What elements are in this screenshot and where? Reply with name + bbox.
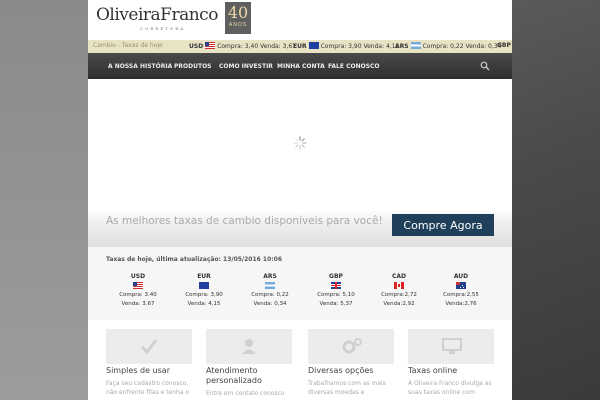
ticker-compra: Compra: 3,90 [320,43,362,50]
ticker-code: GBP [497,42,511,49]
feature-title: Diversas opções [308,366,374,375]
ticker-venda: Venda: 4,15 [363,43,400,50]
currency-compra: Compra: 3.40 [119,292,157,298]
logo-subtitle: CORRETORA [140,26,186,31]
feature-thumb [106,329,192,364]
currency-code: CAD [391,273,407,280]
ticker-compra: Compra: 0,22 [422,43,464,50]
currency-venda: Venda: 0,34 [253,300,287,307]
badge-number: 40 [227,3,249,22]
currency-usd: USD Compra: 3.40 Venda: 3.67 [108,273,168,308]
argentina-flag-icon [265,281,275,289]
feature-title: Atendimento personalizado [206,366,262,385]
nav-item-como-investir[interactable]: COMO INVESTIR [219,63,273,70]
australia-flag-icon [456,281,466,289]
feature-thumb [308,329,394,364]
feature-title: Simples de usar [106,366,170,375]
anniversary-badge: 40 ANOS [225,2,251,34]
currency-venda: Venda: 3.67 [121,300,155,307]
uk-flag-icon [331,281,341,289]
currency-venda: Venda: 4,15 [187,300,221,307]
feature-taxas-online: Taxas online A Oliveira Franco divulga a… [408,329,494,397]
ticker-compra: Compra: 3,40 [217,43,259,50]
page-background-right [512,0,600,400]
currency-code: GBP [329,273,343,280]
monitor-icon [442,338,462,354]
feature-description: Trabalhamos com as mais diversas moedas … [308,380,386,396]
ticker-breadcrumb[interactable]: Cambio - Taxas de hoje [93,42,163,49]
canada-flag-icon [394,281,404,289]
currency-ars: ARS Compra: 0,22 Venda: 0,34 [240,273,300,308]
ticker-code: USD [189,43,204,50]
currency-venda: Venda:2,92 [383,300,415,307]
user-icon [242,339,256,354]
site-logo[interactable]: OliveiraFranco [96,5,218,25]
currency-aud: AUD Compra:2,55 Venda:2,76 [431,273,491,308]
gears-icon [342,338,362,354]
feature-description: Entre em contato conosco [206,390,285,397]
currency-compra: Compra: 0,22 [251,292,289,298]
badge-text: ANOS [228,22,248,28]
feature-description: A Oliveira Franco divulga as suas taxas … [408,380,492,396]
ticker-venda: Venda: 0,34 [465,43,502,50]
site-header: OliveiraFranco CORRETORA 40 ANOS [88,0,512,40]
currency-eur: EUR Compra: 3,90 Venda: 4,15 [174,273,234,308]
hero-banner: As melhores taxas de cambio disponíveis … [88,79,512,247]
rates-title: Taxas de hoje, última atualização: 13/05… [106,256,283,263]
nav-item-produtos[interactable]: PRODUTOS [174,63,212,70]
usa-flag-icon [133,281,143,289]
ticker-item-eur: EUR Compra: 3,90 Venda: 4,15 [293,42,399,50]
ticker-venda: Venda: 3,67 [260,43,296,50]
ticker-code: EUR [293,43,307,50]
ticker-item-gbp: GBP [497,42,511,49]
feature-thumb [408,329,494,364]
ticker-code: ARS [395,43,409,50]
feature-description: Faça seu cadastro conosco, não enfrente … [106,380,190,396]
page-background-left [0,0,88,400]
feature-title: Taxas online [408,366,458,375]
usa-flag-icon [205,42,216,49]
nav-item-fale-conosco[interactable]: FALE CONOSCO [328,63,380,70]
main-nav: A NOSSA HISTÓRIA PRODUTOS COMO INVESTIR … [88,53,512,79]
hero-tagline: As melhores taxas de cambio disponíveis … [106,215,383,227]
currency-code: ARS [263,273,277,280]
check-icon [140,339,158,355]
feature-thumb [206,329,292,364]
page-container: OliveiraFranco CORRETORA 40 ANOS Cambio … [88,0,512,400]
currency-code: EUR [197,273,211,280]
feature-atendimento: Atendimento personalizado Entre em conta… [206,329,292,398]
currency-compra: Compra: 5,10 [317,292,355,298]
ticker-item-usd: USD Compra: 3,40 Venda: 3,67 [189,42,296,50]
loading-spinner-icon [293,136,307,150]
rates-section: Taxas de hoje, última atualização: 13/05… [88,247,512,320]
currency-code: USD [130,273,146,280]
currency-compra: Compra: 3,90 [185,292,223,298]
search-icon[interactable] [480,61,490,71]
eu-flag-icon [308,42,319,49]
feature-simples: Simples de usar Faça seu cadastro conosc… [106,329,192,397]
argentina-flag-icon [410,42,421,49]
currency-venda: Venda:2,76 [445,300,477,307]
buy-now-button[interactable]: Compre Agora [392,214,494,236]
eu-flag-icon [199,281,209,289]
currency-venda: Venda: 5,37 [319,300,353,307]
currency-cad: CAD Compra:2,72 Venda:2,92 [369,273,429,308]
currency-compra: Compra:2,72 [381,292,417,298]
nav-item-nossa-historia[interactable]: A NOSSA HISTÓRIA [108,63,172,70]
currency-ticker: Cambio - Taxas de hoje USD Compra: 3,40 V… [88,40,512,53]
nav-item-minha-conta[interactable]: MINHA CONTA [277,63,325,70]
currency-gbp: GBP Compra: 5,10 Venda: 5,37 [306,273,366,308]
ticker-item-ars: ARS Compra: 0,22 Venda: 0,34 [395,42,501,50]
currency-code: AUD [453,273,469,280]
currency-compra: Compra:2,55 [443,292,479,298]
feature-diversas: Diversas opções Trabalhamos com as mais … [308,329,394,397]
